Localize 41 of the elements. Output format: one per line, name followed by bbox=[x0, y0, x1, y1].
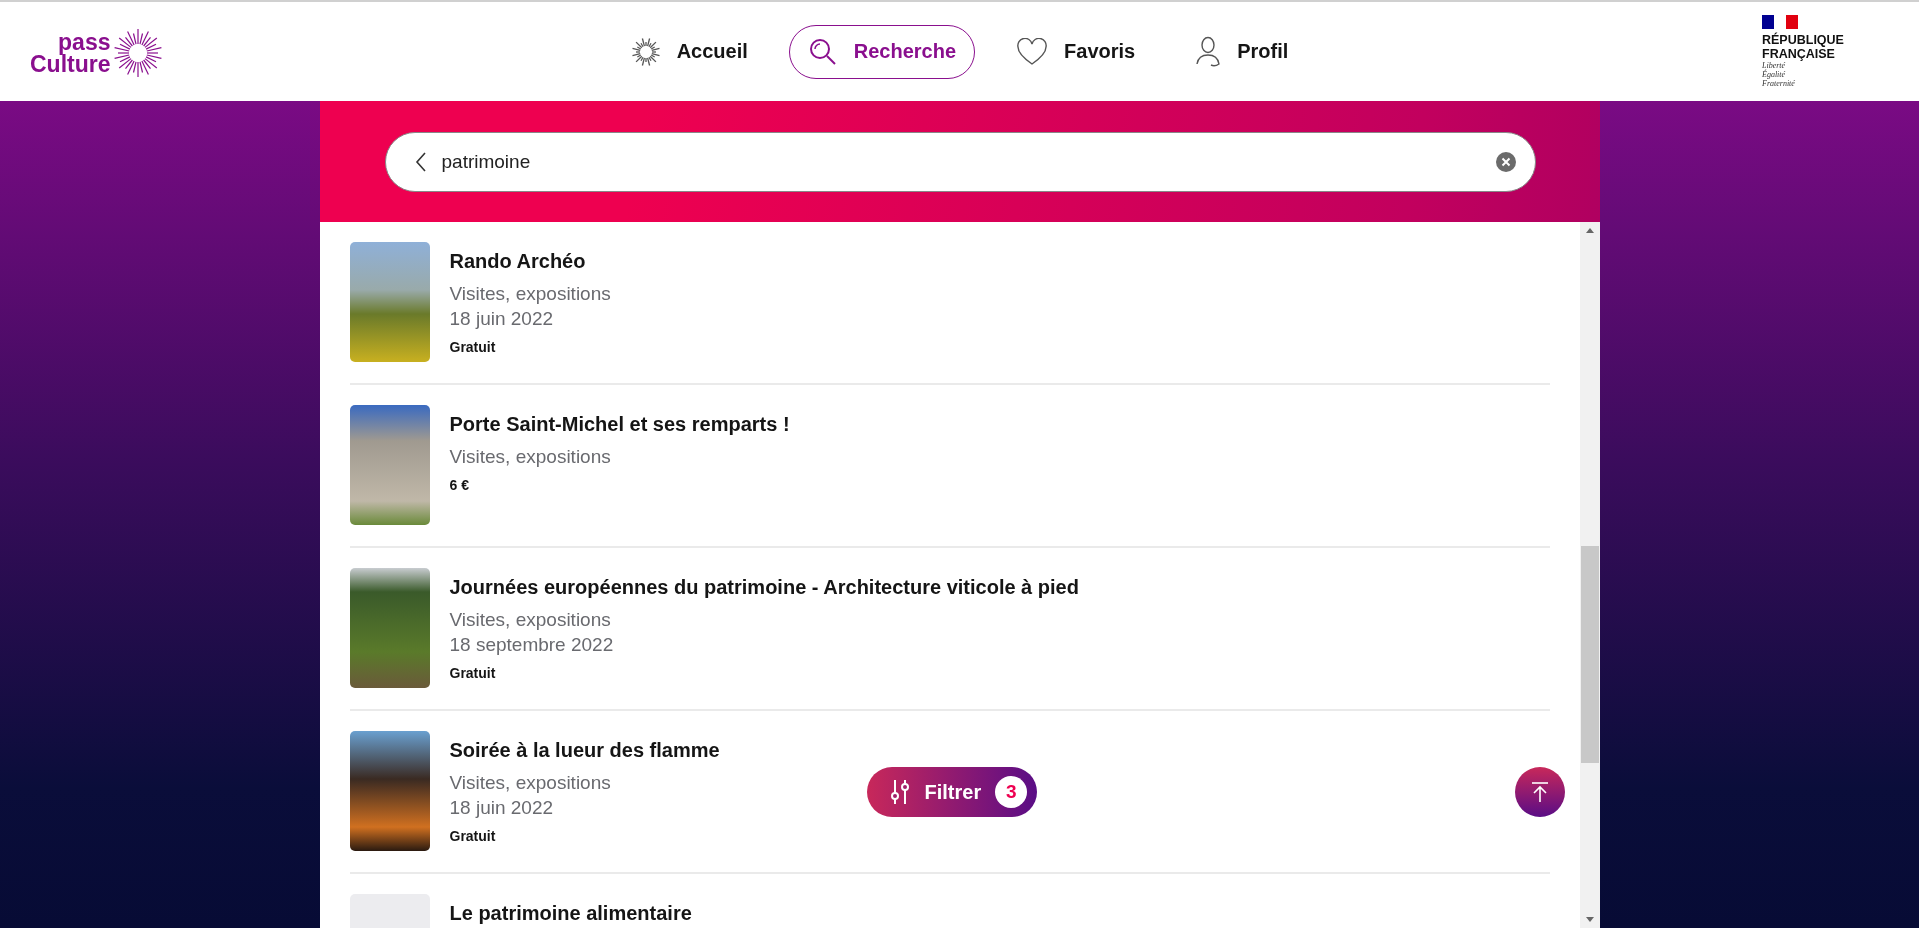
scroll-top-button[interactable] bbox=[1514, 767, 1565, 817]
arrow-up-icon bbox=[1529, 781, 1550, 803]
offer-price: Gratuit bbox=[449, 828, 497, 844]
motto-text: Fraternité bbox=[1762, 79, 1796, 88]
offer-title[interactable]: Journées européennes du patrimoine - Architecture viticole à pied bbox=[449, 576, 1079, 599]
search-field[interactable]: patrimoine bbox=[384, 131, 1536, 192]
republic-name: FRANÇAISE bbox=[1762, 47, 1836, 61]
offer-price: Gratuit bbox=[449, 665, 497, 681]
heart-icon bbox=[1016, 37, 1049, 66]
clear-icon bbox=[1495, 151, 1516, 172]
nav-tab[interactable]: Favoris bbox=[997, 24, 1155, 79]
scrollbar[interactable] bbox=[1579, 222, 1600, 928]
flag-icon bbox=[1762, 15, 1798, 29]
offer-category: Visites, expositions bbox=[449, 282, 611, 306]
sliders-icon bbox=[888, 778, 911, 806]
nav-tab[interactable]: Profil bbox=[1176, 24, 1308, 79]
offer-title[interactable]: Soirée à la lueur des flamme bbox=[449, 739, 720, 762]
offer-title[interactable]: Rando Archéo bbox=[449, 250, 611, 273]
profile-icon bbox=[1195, 35, 1222, 68]
offer-category: Visites, expositions bbox=[449, 608, 612, 632]
republic-name: RÉPUBLIQUE bbox=[1762, 33, 1844, 47]
filter-button[interactable]: Filtrer 3 bbox=[866, 767, 1038, 817]
nav-tab[interactable]: Accueil bbox=[611, 24, 767, 79]
search-icon bbox=[807, 36, 838, 67]
filter-label: Filtrer bbox=[924, 780, 982, 804]
offer-date: 18 juin 2022 bbox=[449, 307, 555, 331]
offer-price: Gratuit bbox=[449, 339, 497, 355]
count-badge: 3 bbox=[995, 776, 1028, 808]
offer-category: Visites, expositions bbox=[449, 771, 612, 795]
offer-title[interactable]: Porte Saint-Michel et ses remparts ! bbox=[449, 413, 790, 436]
offer-date: 18 septembre 2022 bbox=[449, 633, 615, 657]
sunburst-icon bbox=[630, 36, 661, 67]
offer-title[interactable]: Le patrimoine alimentaire bbox=[449, 902, 692, 925]
motto-text: Égalité bbox=[1762, 70, 1787, 79]
logo-text: Culture bbox=[30, 53, 111, 75]
offer-price: 6 € bbox=[449, 477, 470, 493]
sunburst-icon bbox=[112, 28, 163, 78]
offer-date: 18 juin 2022 bbox=[449, 796, 555, 820]
logo-text: pass bbox=[58, 31, 111, 53]
offer-category: Visites, expositions bbox=[449, 445, 612, 469]
motto-text: Liberté bbox=[1762, 61, 1787, 70]
